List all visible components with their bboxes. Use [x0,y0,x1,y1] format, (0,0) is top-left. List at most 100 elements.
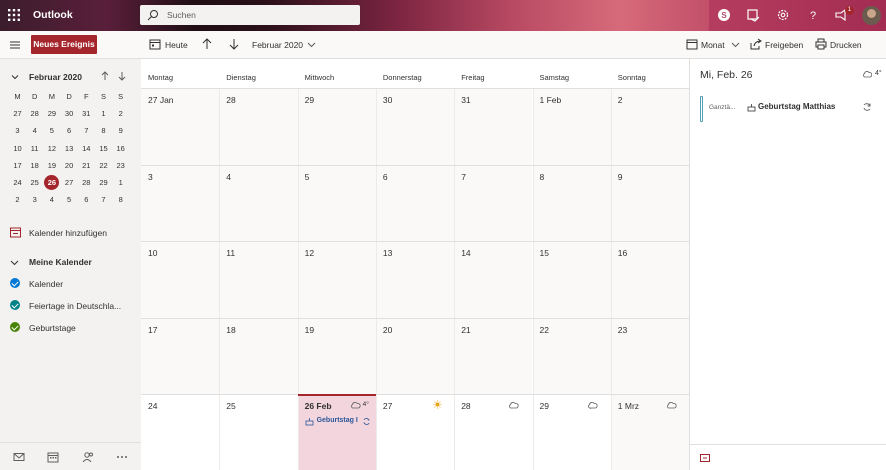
view-switcher[interactable]: Monat [701,40,725,50]
mini-calendar-day[interactable]: 6 [61,123,78,138]
my-calendars-group[interactable]: Meine Kalender [29,257,92,267]
mini-calendar-day[interactable]: 24 [9,175,26,190]
event-card[interactable]: Ganztä... Geburtstag Matthias [700,96,880,122]
checkbox-checked-icon[interactable] [10,322,20,332]
mini-calendar-day[interactable]: 30 [61,106,78,121]
mini-calendar-day[interactable]: 31 [78,106,95,121]
collapse-pane-icon[interactable] [700,454,710,462]
event-chip[interactable]: Geburtstag I [317,417,358,424]
today-button[interactable]: Heute [165,40,188,50]
mini-calendar-day[interactable]: 1 [112,175,129,190]
arrow-down-icon[interactable] [117,71,127,81]
mini-calendar-day[interactable]: 27 [61,175,78,190]
app-brand[interactable]: Outlook [33,9,73,21]
cake-icon [747,104,756,112]
mini-calendar-day[interactable]: 7 [95,192,112,207]
checkbox-checked-icon[interactable] [10,300,20,310]
arrow-up-icon[interactable] [201,38,213,50]
calendar-day-cell[interactable] [219,164,298,241]
mini-calendar-day[interactable]: 23 [112,158,129,173]
add-calendar-link[interactable]: Kalender hinzufügen [29,228,107,238]
print-button[interactable]: Drucken [830,40,862,50]
chevron-down-icon[interactable] [731,38,740,50]
help-icon[interactable]: ? [806,8,820,22]
chevron-down-icon[interactable] [307,38,316,50]
mini-calendar-day[interactable]: 5 [43,123,60,138]
month-picker[interactable]: Februar 2020 [252,40,303,50]
mini-calendar-day[interactable]: 26 [44,175,60,190]
mini-calendar-day[interactable]: 28 [78,175,95,190]
mini-calendar-day[interactable]: 28 [26,106,43,121]
calendar-list-item[interactable]: Feiertage in Deutschla... [29,301,121,311]
mini-weekday-header: M [14,92,21,101]
mini-calendar-day[interactable]: 20 [61,158,78,173]
calendar-day-cell[interactable] [532,164,611,241]
calendar-day-number: 21 [461,324,471,335]
chevron-down-icon[interactable] [10,257,19,268]
mini-calendar-day[interactable]: 16 [112,141,129,156]
mini-calendar-day[interactable]: 4 [26,123,43,138]
calendar-day-number: 28 [461,401,471,411]
calendar-day-cell[interactable] [297,164,376,241]
teams-icon[interactable] [746,8,760,22]
calendar-day-number: 31 [461,95,471,105]
mini-calendar-day[interactable]: 1 [95,106,112,121]
mini-calendar-day[interactable]: 12 [43,141,60,156]
skype-icon[interactable]: S [717,8,731,22]
command-bar: Neues Ereignis Heute Februar 2020 Monat … [0,31,886,59]
mail-icon[interactable] [13,451,25,463]
mini-calendar-day[interactable]: 7 [78,123,95,138]
mini-calendar-day[interactable]: 18 [26,158,43,173]
weekday-header: Donnerstag [382,73,422,82]
mini-calendar-day[interactable]: 8 [95,123,112,138]
mini-calendar-day[interactable]: 4 [43,192,60,207]
share-button[interactable]: Freigeben [765,40,803,50]
calendar-day-number: 18 [226,324,236,335]
mini-calendar-day[interactable]: 29 [95,175,112,190]
mini-calendar-day[interactable]: 22 [95,158,112,173]
print-icon [815,38,827,50]
mini-calendar-day[interactable]: 27 [9,106,26,121]
mini-calendar-day[interactable]: 17 [9,158,26,173]
calendar-day-number: 20 [382,324,393,335]
mini-calendar-day[interactable]: 10 [9,141,26,156]
recurring-icon [363,418,370,425]
mini-calendar-day[interactable]: 15 [95,141,112,156]
new-event-button[interactable]: Neues Ereignis [31,35,97,54]
avatar[interactable] [862,6,881,25]
mini-calendar-day[interactable]: 9 [112,123,129,138]
mini-calendar-day[interactable]: 19 [43,158,60,173]
calendar-day-number: 13 [382,248,393,258]
calendar-day-number: 30 [382,95,393,105]
hamburger-menu-icon[interactable] [9,39,21,51]
search-box[interactable]: Suchen [140,5,360,25]
checkbox-checked-icon[interactable] [10,278,20,288]
mini-calendar-day[interactable]: 21 [78,158,95,173]
mini-calendar-day[interactable]: 25 [26,175,43,190]
cloud-icon [350,401,361,409]
mini-calendar-day[interactable]: 13 [61,141,78,156]
calendar-day-number: 22 [539,324,549,335]
collapse-chevron-icon[interactable] [11,73,19,81]
search-input[interactable]: Suchen [167,10,196,20]
arrow-up-icon[interactable] [100,71,110,81]
mini-calendar-day[interactable]: 3 [9,123,26,138]
gear-icon[interactable] [776,8,790,22]
more-icon[interactable] [116,451,128,463]
mini-calendar-day[interactable]: 29 [43,106,60,121]
app-launcher-icon[interactable] [8,9,20,21]
mini-calendar-day[interactable]: 5 [61,192,78,207]
people-icon[interactable] [82,451,94,463]
mini-calendar-day[interactable]: 8 [112,192,129,207]
mini-calendar-day[interactable]: 2 [112,106,129,121]
mini-calendar-day[interactable]: 2 [9,192,26,207]
calendar-list-item[interactable]: Geburtstage [29,323,76,333]
mini-calendar-day[interactable]: 3 [26,192,43,207]
mini-calendar-title[interactable]: Februar 2020 [29,72,82,82]
mini-calendar-day[interactable]: 11 [26,141,43,156]
mini-calendar-day[interactable]: 6 [78,192,95,207]
mini-calendar-day[interactable]: 14 [78,141,95,156]
calendar-icon[interactable] [47,451,59,463]
arrow-down-icon[interactable] [228,38,240,50]
calendar-list-item[interactable]: Kalender [29,279,63,289]
